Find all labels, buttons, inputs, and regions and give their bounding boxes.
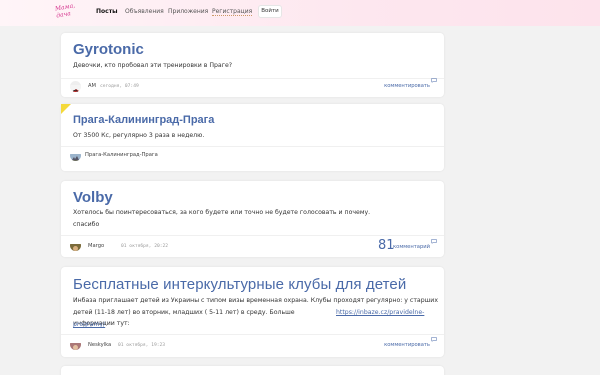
post-text-line: спасибо [73,221,100,228]
comment-link[interactable]: комментировать [384,342,430,348]
post-title[interactable]: Прага-Калининград-Прага [73,114,214,126]
post-divider [61,146,444,147]
post-text-line: Инбаза приглашает детей из Украины с тип… [73,297,438,304]
author-name[interactable]: Прага-Калининград-Прага [85,152,158,158]
post-card[interactable]: Прага-Калининград-Прага От 3500 Кс, регу… [61,104,444,171]
post-text: От 3500 Кс, регулярно 3 раза в неделю. [73,132,205,139]
post-date: 01 октября, 19:23 [118,343,166,348]
nav-register[interactable]: Регистрация [212,8,253,16]
nav-posts[interactable]: Посты [96,8,118,15]
nav-ads[interactable]: Объявления [125,8,164,15]
comment-count-label[interactable]: комментарий [393,244,430,250]
comment-bubble-icon[interactable] [431,239,437,244]
author-avatar[interactable] [70,150,81,161]
author-avatar[interactable] [70,339,81,350]
post-card[interactable]: Бесплатные интеркультурные клубы для дет… [61,267,444,357]
pinned-flag-icon [61,104,71,114]
post-link-continued[interactable]: programy/ [73,319,105,330]
post-date: 01 октября, 20:22 [121,244,169,249]
nav-apps[interactable]: Приложения [168,8,208,15]
post-text-line: детей (11-18 лет) во вторник, младших ( … [73,309,295,327]
post-card[interactable] [61,366,444,375]
post-title[interactable]: Volby [73,189,113,206]
post-text-line: Хотелось бы поинтересоваться, за кого бу… [73,209,371,216]
author-name[interactable]: Neskylka [88,342,111,348]
post-divider [61,78,444,79]
author-avatar[interactable] [70,240,81,251]
post-divider [61,334,444,335]
post-divider [61,235,444,236]
post-title[interactable]: Бесплатные интеркультурные клубы для дет… [73,276,406,293]
post-card[interactable]: Volby Хотелось бы поинтересоваться, за к… [61,181,444,257]
top-header: Мама, дача Посты Объявления Приложения Р… [0,0,600,26]
post-date: сегодня, 07:49 [100,84,139,89]
comment-bubble-icon[interactable] [431,337,437,342]
comment-bubble-icon[interactable] [431,78,437,83]
login-button[interactable]: Войти [258,5,282,18]
post-text: Девочки, кто пробовал эти тренировки в П… [73,62,233,69]
author-name[interactable]: AM [88,83,96,89]
author-name[interactable]: Margo [88,243,104,249]
comment-link[interactable]: комментировать [384,83,430,89]
author-avatar[interactable] [70,81,81,92]
site-logo[interactable]: Мама, дача [54,1,87,26]
post-card[interactable]: Gyrotonic Девочки, кто пробовал эти трен… [61,33,444,97]
post-link[interactable]: https://inbaze.cz/pravidelne- [336,307,424,318]
post-title[interactable]: Gyrotonic [73,41,144,58]
